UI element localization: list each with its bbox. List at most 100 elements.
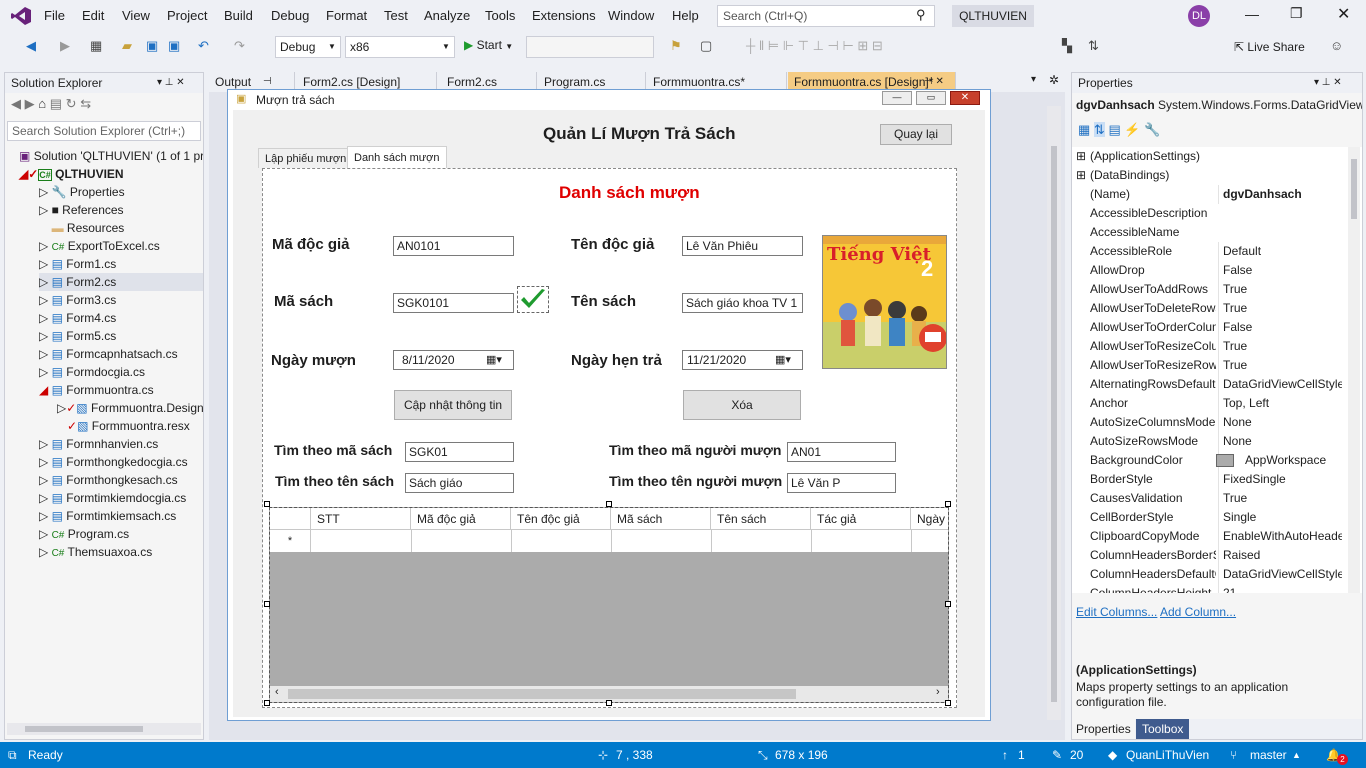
new-project-icon[interactable]: ▦	[90, 38, 102, 54]
tree-item-form3[interactable]: ▷ ▤ Form3.cs	[39, 291, 116, 309]
search-reader-id-input[interactable]: AN01	[787, 442, 896, 462]
events-icon[interactable]: ⚡	[1124, 122, 1140, 137]
property-value[interactable]: Single	[1218, 508, 1342, 527]
property-value[interactable]: False	[1218, 318, 1342, 337]
column-header[interactable]: Mã sách	[611, 508, 711, 530]
search-book-name-input[interactable]: Sách giáo	[405, 473, 514, 493]
property-value[interactable]: None	[1218, 413, 1342, 432]
property-value[interactable]: True	[1218, 356, 1342, 375]
property-value[interactable]: True	[1218, 299, 1342, 318]
tree-item-themsuaxoa[interactable]: ▷ C# Themsuaxoa.cs	[39, 543, 152, 561]
selection-handle[interactable]	[606, 700, 612, 706]
search-reader-name-input[interactable]: Lê Văn P	[787, 473, 896, 493]
property-value[interactable]: DataGridViewCellStyle {	[1218, 375, 1342, 394]
switch-views-icon[interactable]: ▤	[50, 96, 62, 111]
property-value[interactable]: None	[1218, 432, 1342, 451]
minimize-icon[interactable]: —	[1245, 6, 1259, 22]
tab-toolbox[interactable]: Toolbox	[1136, 719, 1190, 739]
layout-icon[interactable]: ▚	[1062, 38, 1072, 54]
scrollbar-thumb[interactable]	[1351, 159, 1357, 219]
calendar-icon[interactable]: ▦▾	[775, 351, 791, 369]
home-icon[interactable]: ⌂	[38, 96, 46, 111]
menu-project[interactable]: Project	[167, 8, 207, 23]
property-pages-icon[interactable]: 🔧	[1144, 122, 1160, 137]
delete-button[interactable]: Xóa	[683, 390, 801, 420]
property-row[interactable]: CellBorderStyle Single	[1072, 508, 1342, 527]
pin-icon[interactable]: ▾ ⊥ ✕	[157, 73, 185, 93]
check-picturebox[interactable]	[517, 286, 549, 313]
start-button[interactable]: ▶ Start ▼	[464, 38, 513, 52]
tree-item-formtimkiemsach[interactable]: ▷ ▤ Formtimkiemsach.cs	[39, 507, 176, 525]
tree-item-formthongkesach[interactable]: ▷ ▤ Formthongkesach.cs	[39, 471, 178, 489]
property-row[interactable]: AllowUserToDeleteRows True	[1072, 299, 1342, 318]
property-value[interactable]: False	[1218, 261, 1342, 280]
publish-icon[interactable]: ↑	[1002, 742, 1008, 768]
property-row[interactable]: ColumnHeadersDefaultCellStyleDataGridVie…	[1072, 565, 1342, 584]
object-selector[interactable]: dgvDanhsach System.Windows.Forms.DataGri…	[1072, 95, 1362, 115]
tree-item-form4[interactable]: ▷ ▤ Form4.cs	[39, 309, 116, 327]
property-row[interactable]: AllowUserToOrderColumnsFalse	[1072, 318, 1342, 337]
live-share-button[interactable]: ⇱ Live Share	[1234, 40, 1305, 54]
align-icon[interactable]: ┼ ‖ ⊨ ⊩ ⊤ ⊥ ⊣ ⊢ ⊞ ⊟	[746, 38, 883, 54]
close-icon[interactable]: ✕	[1337, 4, 1350, 24]
property-row[interactable]: AllowUserToAddRows True	[1072, 280, 1342, 299]
book-cover-picturebox[interactable]: Tiếng Việt 2	[822, 235, 947, 369]
tree-item-resources[interactable]: ▷ ▬ Resources	[39, 219, 125, 237]
back-button[interactable]: Quay lại	[880, 124, 952, 145]
redo-icon[interactable]: ↷	[234, 38, 245, 54]
property-row[interactable]: AccessibleDescription	[1072, 204, 1342, 223]
tree-item-program[interactable]: ▷ C# Program.cs	[39, 525, 129, 543]
menu-help[interactable]: Help	[672, 8, 699, 23]
data-grid[interactable]: STT Mã độc giả Tên độc giả Mã sách Tên s…	[269, 507, 949, 703]
tree-item-properties[interactable]: ▷ 🔧 Properties	[39, 183, 125, 201]
menu-test[interactable]: Test	[384, 8, 408, 23]
tree-item-formmuontra-designer[interactable]: ▷✓▧ Formmuontra.Designer.cs	[57, 399, 203, 417]
property-row[interactable]: ⊞ (ApplicationSettings)	[1072, 147, 1342, 166]
property-value[interactable]: True	[1218, 337, 1342, 356]
tree-item-form1[interactable]: ▷ ▤ Form1.cs	[39, 255, 116, 273]
tree-project[interactable]: ◢✓C# QLTHUVIEN	[19, 165, 124, 183]
property-row[interactable]: ColumnHeadersHeight 21	[1072, 584, 1342, 593]
column-header[interactable]: STT	[311, 508, 411, 530]
tab-lap-phieu-muon[interactable]: Lập phiếu mượn	[258, 148, 354, 168]
undo-icon[interactable]: ↶	[198, 38, 209, 54]
menu-file[interactable]: File	[44, 8, 65, 23]
horizontal-scrollbar[interactable]	[7, 723, 201, 735]
properties-icon[interactable]: ▤	[1108, 122, 1120, 137]
scroll-left-icon[interactable]: ‹	[275, 686, 279, 698]
property-scrollbar[interactable]	[1348, 147, 1360, 593]
property-value[interactable]: 21	[1218, 584, 1342, 593]
status-branch[interactable]: master	[1250, 742, 1287, 768]
find-icon[interactable]: ⚑	[670, 38, 682, 54]
tab-properties[interactable]: Properties	[1072, 719, 1135, 739]
property-row[interactable]: CausesValidation True	[1072, 489, 1342, 508]
menu-analyze[interactable]: Analyze	[424, 8, 470, 23]
property-row[interactable]: (Name) dgvDanhsach	[1072, 185, 1342, 204]
property-row[interactable]: AllowUserToResizeRows True	[1072, 356, 1342, 375]
search-book-id-input[interactable]: SGK01	[405, 442, 514, 462]
tree-solution[interactable]: ▣ Solution 'QLTHUVIEN' (1 of 1 project)	[19, 147, 203, 165]
grid-new-row[interactable]: *	[270, 530, 948, 552]
property-row[interactable]: AccessibleRole Default	[1072, 242, 1342, 261]
selection-handle[interactable]	[264, 601, 270, 607]
target-select[interactable]	[526, 36, 654, 58]
save-icon[interactable]: ▣	[146, 38, 158, 54]
book-name-input[interactable]: Sách giáo khoa TV 1	[682, 293, 803, 313]
tree-item-formnhanvien[interactable]: ▷ ▤ Formnhanvien.cs	[39, 435, 158, 453]
update-info-button[interactable]: Cập nhật thông tin	[394, 390, 512, 420]
column-header[interactable]: Tác giả	[811, 508, 911, 530]
tree-item-formmuontra-resx[interactable]: ✓▧ Formmuontra.resx	[67, 417, 190, 435]
tree-item-form5[interactable]: ▷ ▤ Form5.cs	[39, 327, 116, 345]
save-all-icon[interactable]: ▣	[168, 38, 180, 54]
column-header[interactable]: Ngày	[911, 508, 948, 530]
property-row[interactable]: ClipboardCopyMode EnableWithAutoHeaderTex…	[1072, 527, 1342, 546]
status-repo[interactable]: QuanLiThuVien	[1126, 742, 1209, 768]
tree-item-form2[interactable]: ▷ ▤ Form2.cs	[39, 273, 203, 291]
column-header[interactable]: Mã độc giả	[411, 508, 511, 530]
property-row[interactable]: AllowUserToResizeColumnsTrue	[1072, 337, 1342, 356]
form-maximize-button[interactable]: ▭	[916, 91, 946, 105]
add-column-link[interactable]: Add Column...	[1160, 605, 1236, 619]
gear-icon[interactable]: ✲	[1049, 73, 1059, 87]
config-select[interactable]: Debug ▼	[275, 36, 341, 58]
property-value[interactable]: DataGridViewCellStyle {	[1218, 565, 1342, 584]
